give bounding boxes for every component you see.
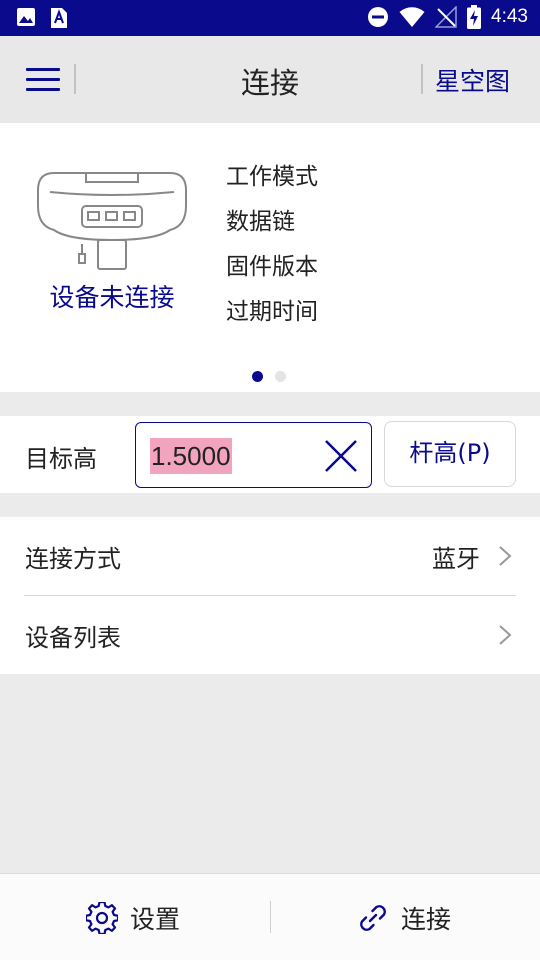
connect-label: 连接 bbox=[401, 904, 452, 934]
gear-icon bbox=[86, 901, 118, 934]
clock-time: 4:43 bbox=[491, 6, 528, 27]
device-status-text: 设备未连接 bbox=[49, 283, 175, 312]
connection-method-value: 蓝牙 bbox=[432, 545, 480, 573]
info-work-mode: 工作模式 bbox=[226, 164, 318, 190]
header-divider bbox=[74, 64, 76, 94]
page-dot-active bbox=[252, 371, 263, 382]
gnss-receiver-icon bbox=[37, 172, 187, 270]
target-height-label: 目标高 bbox=[25, 445, 97, 473]
skyplot-button[interactable]: 星空图 bbox=[435, 62, 510, 98]
bottom-bar-divider bbox=[270, 901, 271, 933]
no-signal-icon bbox=[435, 6, 457, 28]
chevron-right-icon bbox=[499, 546, 512, 566]
info-datalink: 数据链 bbox=[226, 209, 295, 235]
status-bar: 4:43 bbox=[0, 0, 540, 36]
device-list-label: 设备列表 bbox=[25, 624, 121, 652]
settings-label: 设置 bbox=[130, 904, 181, 934]
close-icon[interactable] bbox=[324, 439, 358, 473]
device-info-card[interactable]: 设备未连接 工作模式 数据链 固件版本 过期时间 bbox=[0, 123, 540, 392]
do-not-disturb-icon bbox=[368, 7, 389, 27]
font-icon bbox=[51, 8, 67, 28]
header-divider bbox=[421, 64, 423, 94]
battery-charging-icon bbox=[467, 5, 482, 29]
connection-method-label: 连接方式 bbox=[25, 545, 121, 573]
device-info-list: 工作模式 数据链 固件版本 过期时间 bbox=[226, 161, 318, 341]
target-height-input[interactable]: 1.5000 bbox=[135, 422, 372, 488]
connection-settings-list: 连接方式 蓝牙 设备列表 bbox=[0, 517, 540, 674]
link-icon bbox=[360, 904, 386, 931]
image-icon bbox=[17, 8, 35, 26]
top-app-bar: 连接 星空图 bbox=[0, 36, 540, 123]
settings-button[interactable]: 设置 bbox=[86, 874, 180, 960]
info-firmware: 固件版本 bbox=[226, 254, 318, 280]
pole-height-button[interactable]: 杆高(P) bbox=[384, 421, 516, 487]
target-height-row: 目标高 1.5000 杆高(P) bbox=[0, 416, 540, 493]
page-indicator bbox=[252, 371, 286, 382]
connect-button[interactable]: 连接 bbox=[357, 874, 451, 960]
info-expire-time: 过期时间 bbox=[226, 299, 318, 325]
page-dot bbox=[275, 371, 286, 382]
wifi-icon bbox=[399, 7, 425, 27]
chevron-right-icon bbox=[499, 625, 512, 645]
bottom-action-bar: 设置 连接 bbox=[0, 873, 540, 960]
list-item-connection-method[interactable]: 连接方式 蓝牙 bbox=[0, 517, 540, 595]
page-title: 连接 bbox=[240, 66, 299, 100]
list-item-device-list[interactable]: 设备列表 bbox=[0, 596, 540, 674]
menu-icon[interactable] bbox=[26, 65, 60, 93]
target-height-value[interactable]: 1.5000 bbox=[150, 438, 232, 474]
